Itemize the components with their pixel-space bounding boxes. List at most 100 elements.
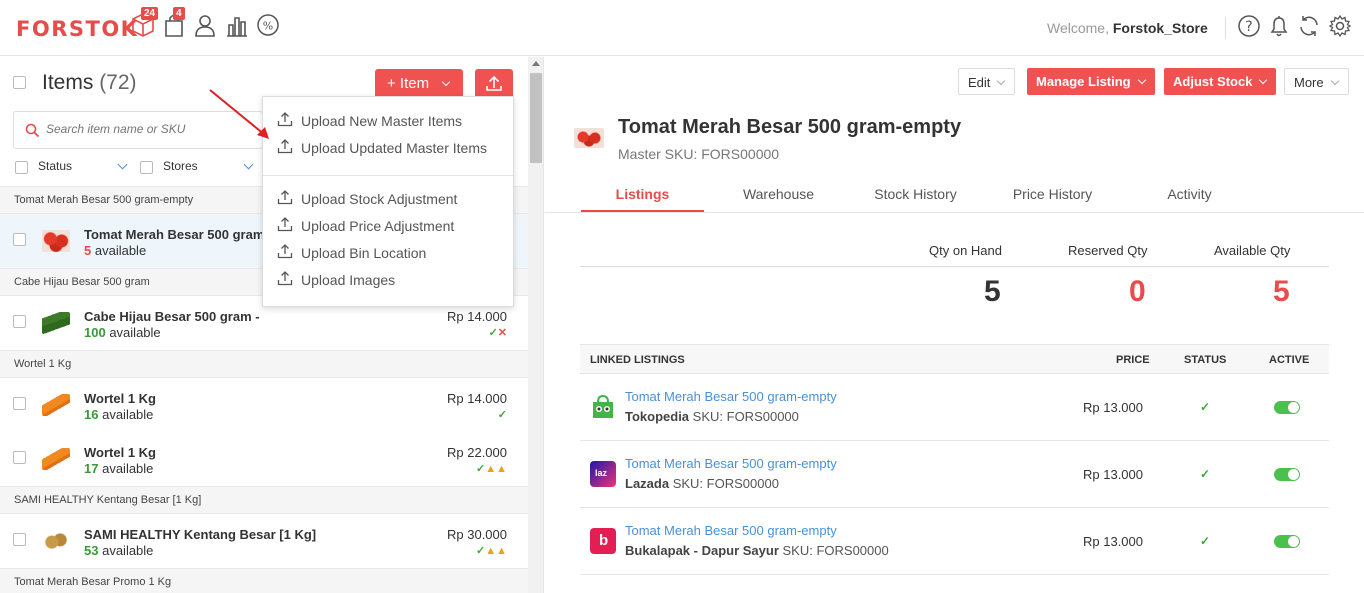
- bell-icon[interactable]: [1267, 14, 1291, 38]
- item-name[interactable]: Cabe Hijau Besar 500 gram -: [84, 309, 260, 324]
- more-button[interactable]: More: [1284, 68, 1349, 95]
- listing-row: b Tomat Merah Besar 500 gram-empty Bukal…: [580, 508, 1329, 575]
- item-thumbnail: [42, 530, 70, 552]
- status-filter[interactable]: Status: [38, 159, 128, 173]
- listing-link[interactable]: Tomat Merah Besar 500 gram-empty: [625, 523, 837, 538]
- add-item-button[interactable]: + Item: [375, 69, 463, 99]
- item-name[interactable]: SAMI HEALTHY Kentang Besar [1 Kg]: [84, 527, 316, 542]
- svg-text:%: %: [263, 20, 273, 33]
- orders-badge: 24: [141, 7, 159, 20]
- reserved-qty-value: 0: [1129, 275, 1146, 308]
- item-name[interactable]: Wortel 1 Kg: [84, 391, 156, 406]
- user-icon[interactable]: [194, 12, 220, 40]
- upload-icon: [277, 244, 293, 259]
- divider: [1225, 17, 1226, 39]
- returns-badge: 4: [173, 7, 185, 20]
- gear-icon[interactable]: [1328, 14, 1352, 38]
- item-price: Rp 14.000: [447, 391, 507, 406]
- item-name[interactable]: Wortel 1 Kg: [84, 445, 156, 460]
- reserved-qty-label: Reserved Qty: [1068, 243, 1148, 258]
- product-title: Tomat Merah Besar 500 gram-empty: [618, 116, 962, 138]
- item-price: Rp 22.000: [447, 445, 507, 460]
- forstok-logo[interactable]: FORSTOK: [16, 17, 138, 41]
- upload-icon: [277, 190, 293, 205]
- active-toggle[interactable]: [1274, 401, 1300, 414]
- item-availability: 100 available: [84, 325, 161, 340]
- upload-button[interactable]: [475, 69, 513, 99]
- linked-listings-header: LINKED LISTINGS PRICE STATUS ACTIVE: [580, 344, 1329, 374]
- listing-price: Rp 13.000: [1083, 534, 1143, 549]
- qty-on-hand-value: 5: [984, 275, 1001, 308]
- chevron-down-icon: [1330, 76, 1339, 86]
- item-row[interactable]: SAMI HEALTHY Kentang Besar [1 Kg] 53 ava…: [0, 514, 528, 569]
- status-check-icon: ✓: [1200, 400, 1211, 414]
- scroll-up-arrow[interactable]: [532, 61, 540, 66]
- lazada-icon: laz: [590, 461, 616, 487]
- svg-text:?: ?: [1245, 19, 1252, 35]
- qty-divider: [580, 266, 1329, 267]
- chevron-down-icon: [243, 159, 254, 170]
- tab-listings[interactable]: Listings: [581, 186, 704, 202]
- tab-activity[interactable]: Activity: [1128, 186, 1251, 202]
- annotation-arrow: [209, 89, 269, 139]
- detail-tabs: Listings Warehouse Stock History Price H…: [545, 173, 1364, 213]
- active-toggle[interactable]: [1274, 535, 1300, 548]
- item-status: ✓✕: [489, 326, 507, 339]
- status-check-icon: ✓: [1200, 534, 1211, 548]
- item-row[interactable]: Wortel 1 Kg 16 available Rp 14.000 ✓: [0, 378, 528, 433]
- edit-button[interactable]: Edit: [958, 68, 1016, 95]
- tab-warehouse[interactable]: Warehouse: [717, 186, 840, 202]
- item-thumbnail: [42, 394, 70, 416]
- sync-icon[interactable]: [1297, 14, 1321, 38]
- help-icon[interactable]: ?: [1237, 14, 1261, 38]
- item-status: ✓▲▲: [476, 462, 507, 475]
- item-checkbox[interactable]: [13, 533, 26, 546]
- upload-icon: [486, 75, 502, 91]
- master-sku: Master SKU: FORS00000: [618, 146, 780, 162]
- qty-on-hand-label: Qty on Hand: [929, 243, 1002, 258]
- listing-store: Bukalapak - Dapur Sayur SKU: FORS00000: [625, 543, 889, 558]
- upload-icon: [277, 112, 293, 127]
- stores-filter-checkbox[interactable]: [140, 161, 153, 174]
- chevron-down-icon: [997, 76, 1006, 86]
- listing-link[interactable]: Tomat Merah Besar 500 gram-empty: [625, 456, 837, 471]
- welcome-text: Welcome, Forstok_Store: [1047, 20, 1208, 36]
- manage-listing-button[interactable]: Manage Listing: [1027, 68, 1155, 95]
- status-filter-checkbox[interactable]: [15, 161, 28, 174]
- discount-icon[interactable]: %: [256, 12, 282, 40]
- adjust-stock-button[interactable]: Adjust Stock: [1164, 68, 1277, 95]
- select-all-checkbox[interactable]: [13, 76, 26, 89]
- available-qty-value: 5: [1273, 275, 1290, 308]
- item-thumbnail: [42, 448, 70, 470]
- stores-filter[interactable]: Stores: [163, 159, 254, 173]
- item-price: Rp 14.000: [447, 309, 507, 324]
- tab-stock-history[interactable]: Stock History: [854, 186, 977, 202]
- listing-row: laz Tomat Merah Besar 500 gram-empty Laz…: [580, 441, 1329, 508]
- check-icon: ✓: [488, 327, 498, 339]
- active-tab-indicator: [581, 210, 704, 212]
- listing-store: Tokopedia SKU: FORS00000: [625, 409, 799, 424]
- tab-price-history[interactable]: Price History: [991, 186, 1114, 202]
- item-checkbox[interactable]: [13, 451, 26, 464]
- chart-icon[interactable]: [225, 12, 251, 40]
- item-row[interactable]: Wortel 1 Kg 17 available Rp 22.000 ✓▲▲: [0, 432, 528, 487]
- item-checkbox[interactable]: [13, 397, 26, 410]
- active-toggle[interactable]: [1274, 468, 1300, 481]
- item-availability: 16 available: [84, 407, 154, 422]
- store-name[interactable]: Forstok_Store: [1113, 20, 1208, 36]
- item-thumbnail: [42, 312, 70, 334]
- bag-icon[interactable]: 4: [163, 7, 189, 40]
- chevron-down-icon: [1259, 75, 1268, 85]
- item-checkbox[interactable]: [13, 315, 26, 328]
- item-group-header: Wortel 1 Kg: [0, 350, 528, 378]
- listing-link[interactable]: Tomat Merah Besar 500 gram-empty: [625, 389, 837, 404]
- upload-icon: [277, 217, 293, 232]
- box-icon[interactable]: 24: [131, 7, 159, 40]
- item-checkbox[interactable]: [13, 233, 26, 246]
- item-status: ✓▲▲: [476, 544, 507, 557]
- scrollbar[interactable]: [528, 57, 543, 593]
- check-icon: ✓: [476, 463, 486, 475]
- upload-menu: Upload New Master Items Upload Updated M…: [262, 96, 514, 307]
- available-qty-label: Available Qty: [1214, 243, 1291, 258]
- scroll-thumb[interactable]: [530, 73, 542, 163]
